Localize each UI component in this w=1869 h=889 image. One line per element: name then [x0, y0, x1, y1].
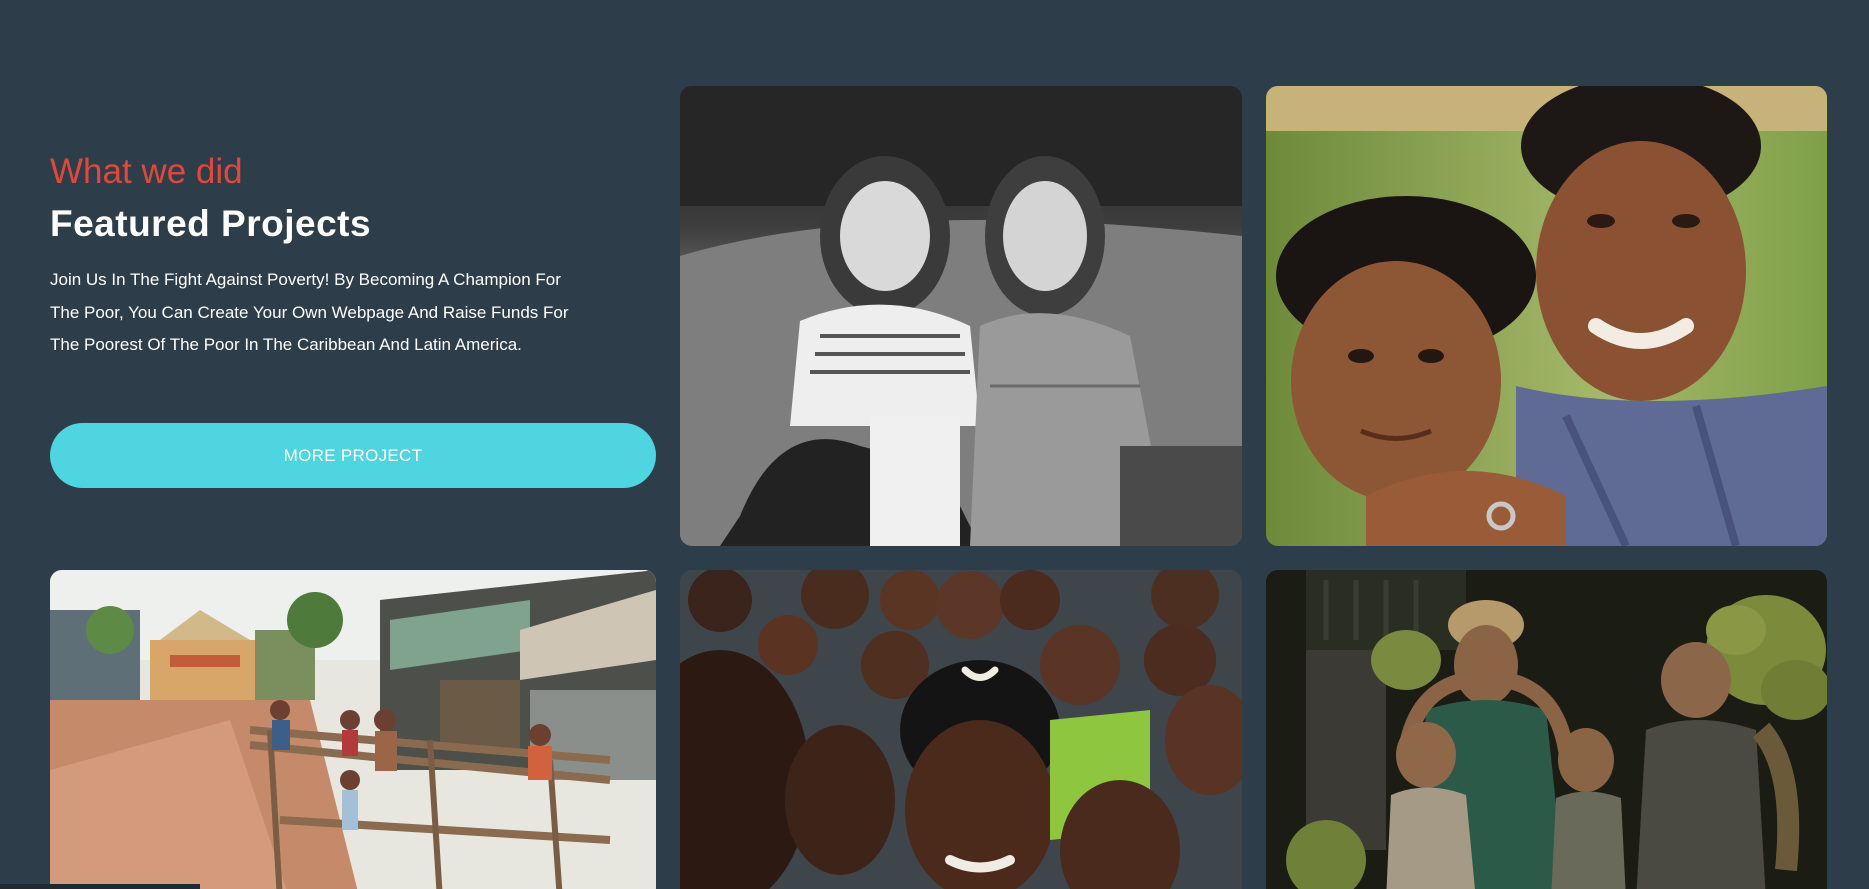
- project-card-group-children[interactable]: [680, 570, 1242, 889]
- project-card-two-girls[interactable]: [680, 86, 1242, 546]
- featured-projects-section: What we did Featured Projects Join Us In…: [0, 0, 1869, 889]
- bottom-left-tab: [0, 884, 200, 889]
- group-of-children-photo: [680, 570, 1242, 889]
- two-girls-laughing-photo: [680, 86, 1242, 546]
- banana-carriers-family-photo: [1266, 570, 1827, 889]
- project-card-banana-family[interactable]: [1266, 570, 1827, 889]
- section-eyebrow: What we did: [50, 152, 243, 191]
- section-intro: What we did Featured Projects Join Us In…: [50, 148, 660, 362]
- project-card-village-street[interactable]: [50, 570, 656, 889]
- more-project-button[interactable]: MORE PROJECT: [50, 423, 656, 488]
- village-street-children-photo: [50, 570, 656, 889]
- project-card-two-boys[interactable]: [1266, 86, 1827, 546]
- section-title: Featured Projects: [50, 203, 372, 244]
- two-smiling-boys-photo: [1266, 86, 1827, 546]
- section-description: Join Us In The Fight Against Poverty! By…: [50, 270, 569, 354]
